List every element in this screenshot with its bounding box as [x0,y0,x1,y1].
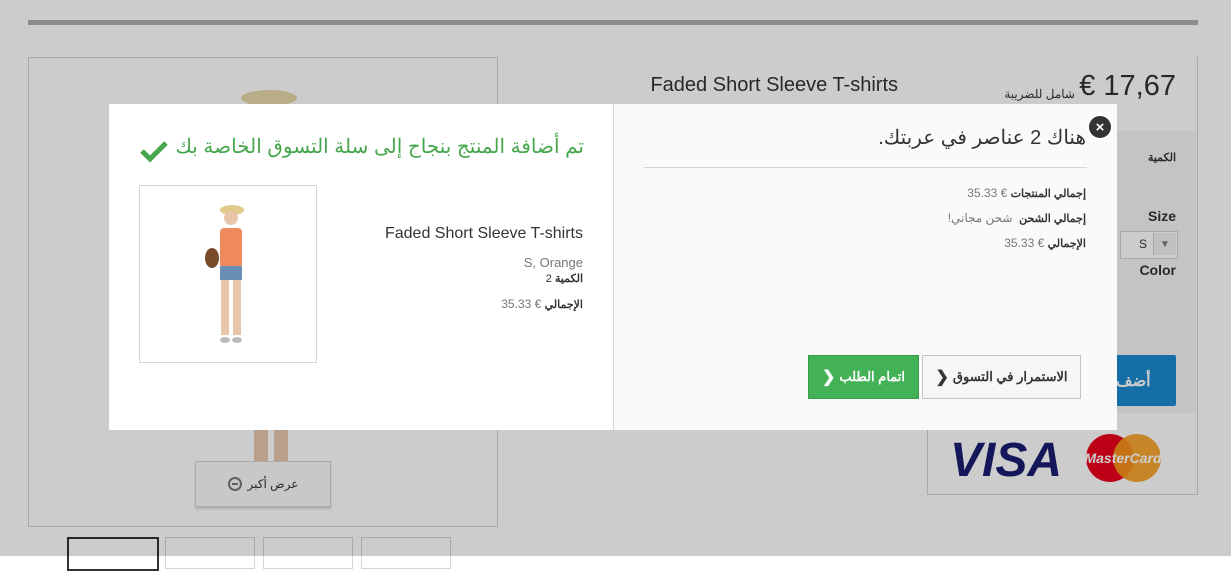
cart-quantity-label: الكمية [554,273,583,285]
grand-total-value: € 35.33 [1004,236,1045,250]
chevron-left-icon: ❮ [821,369,836,386]
products-total-value: € 35.33 [967,186,1008,200]
cart-product-quantity: الكمية 2 [400,272,583,285]
shipping-total-row: إجمالي الشحن شحن مجاني! [750,211,1086,225]
continue-shopping-label: الاستمرار في التسوق [952,369,1068,384]
grand-total-row: الإجمالي € 35.33 [750,236,1086,250]
checkout-button[interactable]: اتمام الطلب ❮ [808,355,919,399]
shipping-total-label: إجمالي الشحن [1019,213,1086,225]
cart-product-attributes: S, Orange [523,255,583,270]
shipping-total-value: شحن مجاني! [947,211,1013,225]
continue-shopping-button[interactable]: الاستمرار في التسوق ❮ [922,355,1081,399]
cart-product-image [139,185,317,363]
cart-product-name: Faded Short Sleeve T-shirts [384,225,583,242]
cart-product-total: الإجمالي € 35.33 [400,297,583,311]
success-message: تم أضافة المنتج بنجاح إلى سلة التسوق الخ… [175,136,584,158]
grand-total-label: الإجمالي [1047,238,1086,250]
products-total-label: إجمالي المنتجات [1010,188,1086,200]
summary-divider [644,167,1087,168]
checkout-label: اتمام الطلب [839,369,906,384]
check-icon [140,141,168,163]
products-total-row: إجمالي المنتجات € 35.33 [750,186,1086,200]
cart-quantity-value: 2 [545,273,552,285]
cart-product-total-value: € 35.33 [501,297,542,311]
cart-count-text: هناك 2 عناصر في عربتك. [878,127,1086,149]
close-icon[interactable]: × [1087,114,1113,140]
cart-product-total-label: الإجمالي [544,299,583,311]
chevron-left-icon: ❮ [935,369,949,386]
